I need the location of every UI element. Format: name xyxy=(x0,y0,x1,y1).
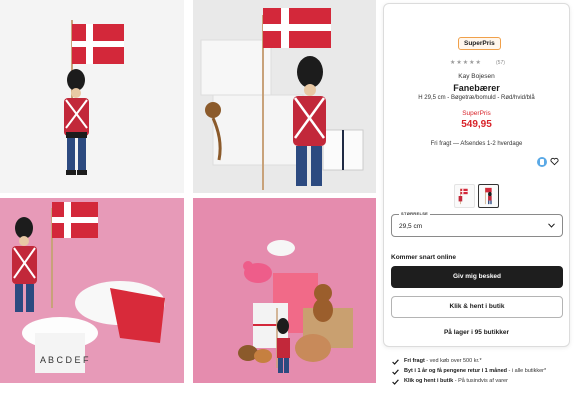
guardsman-with-gifts-image xyxy=(193,0,376,193)
notify-me-button[interactable]: Giv mig besked xyxy=(391,266,563,288)
gallery-image-3[interactable]: A B C D E F xyxy=(0,198,184,383)
product-description: H 29,5 cm - Bøgetræ/bomuld - Rød/hvid/bl… xyxy=(418,95,535,101)
size-select-value: 29,5 cm xyxy=(399,223,423,230)
usp-text: - i alle butikker* xyxy=(507,368,547,374)
gallery-image-1[interactable] xyxy=(0,0,184,193)
mobilepay-icon xyxy=(537,157,547,167)
gallery-image-4[interactable] xyxy=(193,198,376,383)
usp-text: - ved køb over 500 kr.* xyxy=(424,358,482,364)
size-select-label: STØRRELSE xyxy=(399,211,431,216)
gallery-image-2[interactable] xyxy=(193,0,376,193)
sale-label: SuperPris xyxy=(462,110,491,117)
availability-text: Kommer snart online xyxy=(391,254,457,261)
svg-text:A B C D E F: A B C D E F xyxy=(40,355,89,365)
wooden-figures-collection-image xyxy=(193,198,376,383)
variant-thumbnail-flag[interactable] xyxy=(454,184,475,208)
check-icon xyxy=(392,379,399,385)
usp-title: Fri fragt xyxy=(404,358,425,364)
product-price: 549,95 xyxy=(461,119,492,130)
product-page: A B C D E F SuperPris ★★★★★ (57) Kay Boj… xyxy=(0,0,575,401)
usp-title: Klik og hent i butik xyxy=(404,378,454,384)
usp-title: Byt i 1 år og få pengene retur i 1 måned xyxy=(404,368,507,374)
variant-thumbnail-guardsman[interactable] xyxy=(478,184,499,208)
usp-item: Fri fragt - ved køb over 500 kr.* xyxy=(392,358,572,365)
rating-count[interactable]: (57) xyxy=(496,60,505,66)
guardsman-figure-image xyxy=(0,0,184,193)
check-icon xyxy=(392,359,399,365)
product-brand[interactable]: Kay Bojesen xyxy=(384,73,569,80)
check-icon xyxy=(392,369,399,375)
product-title: Fanebærer xyxy=(453,83,500,93)
usp-text: - På tusindvis af varer xyxy=(453,378,508,384)
store-stock-link[interactable]: På lager i 95 butikker xyxy=(384,329,569,336)
superpris-badge: SuperPris xyxy=(458,37,501,50)
usp-item: Byt i 1 år og få pengene retur i 1 måned… xyxy=(392,368,572,375)
size-select[interactable]: STØRRELSE 29,5 cm xyxy=(391,211,563,237)
usp-item: Klik og hent i butik - På tusindvis af v… xyxy=(392,378,572,385)
shipping-info: Fri fragt — Afsendes 1-2 hverdage xyxy=(430,141,523,147)
chevron-down-icon xyxy=(548,223,555,228)
click-and-collect-button[interactable]: Klik & hent i butik xyxy=(391,296,563,318)
rating-stars[interactable]: ★★★★★ xyxy=(450,59,482,66)
heart-icon[interactable] xyxy=(550,157,559,166)
guardsman-pink-table-image: A B C D E F xyxy=(0,198,184,383)
product-info-panel: SuperPris ★★★★★ (57) Kay Bojesen Fanebær… xyxy=(383,3,570,347)
usp-list: Fri fragt - ved køb over 500 kr.* Byt i … xyxy=(392,358,572,388)
